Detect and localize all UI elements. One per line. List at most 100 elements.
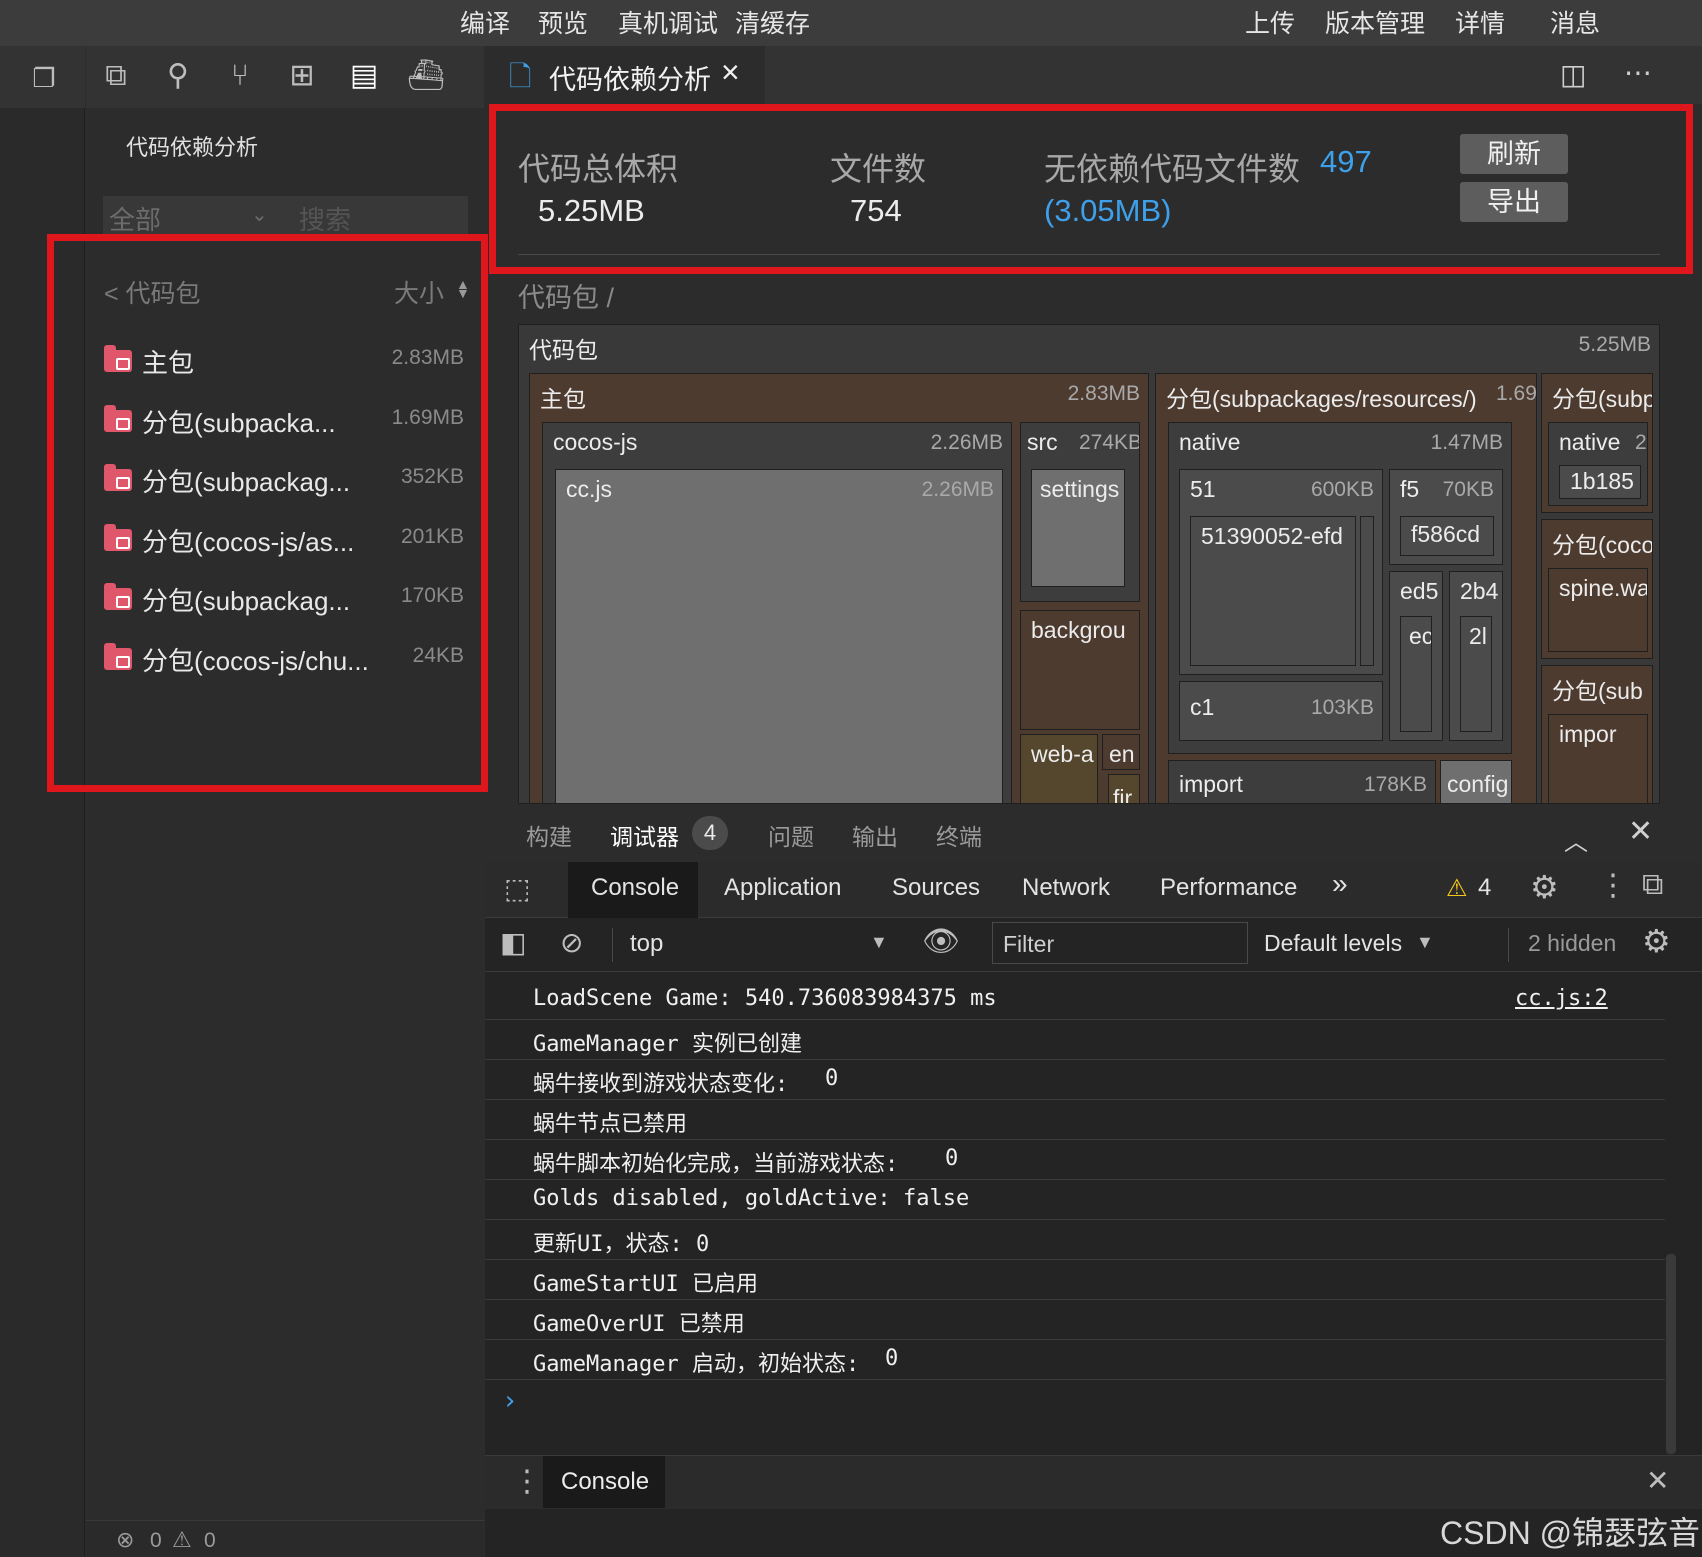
devtools-tab-console[interactable]: Console — [591, 874, 679, 902]
treemap-cell[interactable]: 2l — [1460, 616, 1492, 732]
menu-details[interactable]: 详情 — [1455, 4, 1505, 40]
treemap-cell[interactable]: native 1.47MB 51 600KB 51390052-efd f5 7… — [1168, 422, 1512, 754]
code-analysis-icon[interactable]: ▤ — [344, 58, 384, 94]
close-panel-icon[interactable]: ✕ — [1628, 814, 1653, 849]
hidden-count[interactable]: 2 hidden — [1528, 930, 1616, 957]
sidebar-toolbar: ⧉ ⚲ ⑂ ⊞ ▤ ⛴ — [86, 46, 484, 108]
treemap-cell[interactable]: fir — [1108, 774, 1140, 803]
debugger-badge: 4 — [692, 816, 728, 850]
treemap-cell[interactable]: cocos-js 2.26MB cc.js 2.26MB — [542, 422, 1012, 803]
treemap-cell[interactable]: backgrou — [1020, 610, 1140, 730]
context-select[interactable]: top — [630, 930, 663, 958]
git-branch-icon[interactable]: ⑂ — [220, 58, 260, 94]
treemap-cell[interactable]: spine.wa — [1548, 568, 1648, 652]
menu-version[interactable]: 版本管理 — [1325, 4, 1425, 40]
devtools-tab-network[interactable]: Network — [1022, 874, 1110, 902]
console-scrollbar[interactable] — [1666, 1254, 1676, 1454]
console-message: 蜗牛脚本初始化完成，当前游戏状态: 0 — [485, 1140, 1665, 1180]
treemap-cell[interactable]: cc.js 2.26MB — [555, 469, 1003, 803]
eye-icon[interactable]: 👁 — [922, 924, 960, 959]
treemap-cell[interactable]: 1b185 — [1559, 465, 1641, 499]
menu-clear-cache[interactable]: 清缓存 — [735, 4, 810, 40]
more-tabs-icon[interactable]: » — [1332, 868, 1348, 900]
tab-problems[interactable]: 问题 — [768, 818, 814, 852]
levels-arrow-icon[interactable]: ▼ — [1416, 932, 1434, 953]
treemap-cell[interactable]: settings — [1031, 469, 1125, 587]
files-icon[interactable]: ⧉ — [96, 58, 136, 94]
docker-icon[interactable]: ⛴ — [406, 58, 446, 94]
undock-icon[interactable]: ⧉ — [1642, 868, 1663, 902]
devtools-tab-sources[interactable]: Sources — [892, 874, 980, 902]
dropdown-arrow-icon[interactable]: ▼ — [870, 932, 888, 953]
menu-compile[interactable]: 编译 — [460, 4, 510, 40]
console-prompt[interactable]: › — [502, 1386, 518, 1416]
treemap-cell[interactable]: f5 70KB f586cd — [1389, 469, 1503, 565]
menu-device-debug[interactable]: 真机调试 — [618, 4, 718, 40]
chevron-down-icon[interactable]: ⌄ — [251, 202, 268, 227]
tab-terminal[interactable]: 终端 — [936, 818, 982, 852]
scope-select[interactable]: 全部 — [109, 200, 161, 237]
console-message: 更新UI，状态: 0 — [485, 1220, 1665, 1260]
treemap-cell[interactable]: 2b4 2l — [1449, 571, 1503, 741]
treemap-cell[interactable]: config — [1440, 760, 1512, 803]
tab-output[interactable]: 输出 — [852, 818, 898, 852]
window-icon[interactable]: ❐ — [24, 60, 64, 96]
treemap-cell[interactable]: f586cd — [1400, 516, 1494, 556]
settings-gear-icon[interactable]: ⚙ — [1530, 868, 1559, 906]
tab-build[interactable]: 构建 — [526, 818, 572, 852]
treemap-cell[interactable]: ed5 ec — [1389, 571, 1443, 741]
warning-icon[interactable]: ⚠ — [1446, 874, 1468, 903]
treemap-cell[interactable]: 51390052-efd — [1190, 516, 1356, 666]
treemap-cell[interactable]: 分包(cocos spine.wa — [1541, 519, 1653, 659]
sidebar-toggle-icon[interactable]: ◧ — [500, 926, 526, 959]
treemap-cell[interactable]: 分包(subpackages/resources/) 1.69 native 1… — [1155, 373, 1537, 803]
inspect-element-icon[interactable]: ⬚ — [504, 872, 530, 905]
treemap-cell[interactable]: en — [1102, 734, 1140, 770]
treemap-cell[interactable] — [1360, 516, 1374, 666]
kebab-menu-icon[interactable]: ⋮ — [1598, 868, 1628, 903]
treemap-cell[interactable]: web-a — [1020, 734, 1098, 803]
treemap-cell[interactable]: 分包(sub impor — [1541, 665, 1653, 803]
close-drawer-icon[interactable]: ✕ — [1646, 1464, 1669, 1497]
treemap-cell[interactable]: native 21 1b185 — [1548, 422, 1648, 506]
extensions-icon[interactable]: ⊞ — [282, 58, 322, 94]
devtools-tab-performance[interactable]: Performance — [1160, 874, 1297, 902]
log-levels-select[interactable]: Default levels — [1264, 930, 1402, 957]
tab-code-analysis[interactable]: 🗋 代码依赖分析 × — [485, 46, 765, 104]
filter-row: 全部 ⌄ 搜索 — [103, 196, 468, 237]
menu-preview[interactable]: 预览 — [538, 4, 588, 40]
console-message: 蜗牛节点已禁用 — [485, 1100, 1665, 1140]
search-input[interactable]: 搜索 — [299, 200, 351, 237]
warning-icon[interactable]: ⚠ — [172, 1527, 192, 1553]
close-icon[interactable]: × — [721, 54, 740, 91]
filter-input[interactable]: Filter — [992, 922, 1248, 964]
warning-count[interactable]: 4 — [1478, 874, 1491, 902]
chevron-up-icon[interactable]: ︿ — [1564, 822, 1588, 857]
search-icon[interactable]: ⚲ — [158, 58, 198, 94]
console-message: LoadScene Game: 540.736083984375 ms cc.j… — [485, 980, 1665, 1020]
console-settings-icon[interactable]: ⚙ — [1642, 922, 1671, 960]
treemap-cell[interactable]: src 274KB settings — [1020, 422, 1140, 602]
console-message: GameStartUI 已启用 — [485, 1260, 1665, 1300]
drawer-menu-icon[interactable]: ⋮ — [512, 1464, 542, 1499]
separator — [1508, 928, 1509, 962]
treemap-breadcrumb[interactable]: 代码包 / — [518, 276, 614, 315]
treemap-root[interactable]: 代码包 5.25MB 主包 2.83MB cocos-js 2.26MB cc.… — [518, 324, 1660, 804]
tab-debugger[interactable]: 调试器 — [610, 818, 679, 852]
clear-console-icon[interactable]: ⊘ — [560, 926, 583, 959]
treemap-cell[interactable]: c1 103KB — [1179, 681, 1383, 741]
devtools-tab-application[interactable]: Application — [724, 874, 841, 902]
treemap-cell[interactable]: import 178KB — [1168, 760, 1436, 803]
treemap-cell[interactable]: ec — [1400, 616, 1432, 732]
menu-messages[interactable]: 消息 — [1550, 4, 1600, 40]
drawer-tab-console[interactable]: Console — [543, 1456, 665, 1508]
treemap-cell[interactable]: impor — [1548, 714, 1648, 803]
treemap-cell[interactable]: 主包 2.83MB cocos-js 2.26MB cc.js 2.26MB s… — [529, 373, 1149, 803]
menu-upload[interactable]: 上传 — [1245, 4, 1295, 40]
error-icon[interactable]: ⊗ — [116, 1527, 134, 1553]
split-editor-icon[interactable]: ◫ — [1560, 58, 1586, 91]
treemap-cell[interactable]: 分包(subpa native 21 1b185 — [1541, 373, 1653, 513]
source-link[interactable]: cc.js:2 — [1515, 986, 1608, 1011]
treemap-cell[interactable]: 51 600KB 51390052-efd — [1179, 469, 1383, 675]
more-actions-icon[interactable]: ⋯ — [1624, 56, 1652, 89]
